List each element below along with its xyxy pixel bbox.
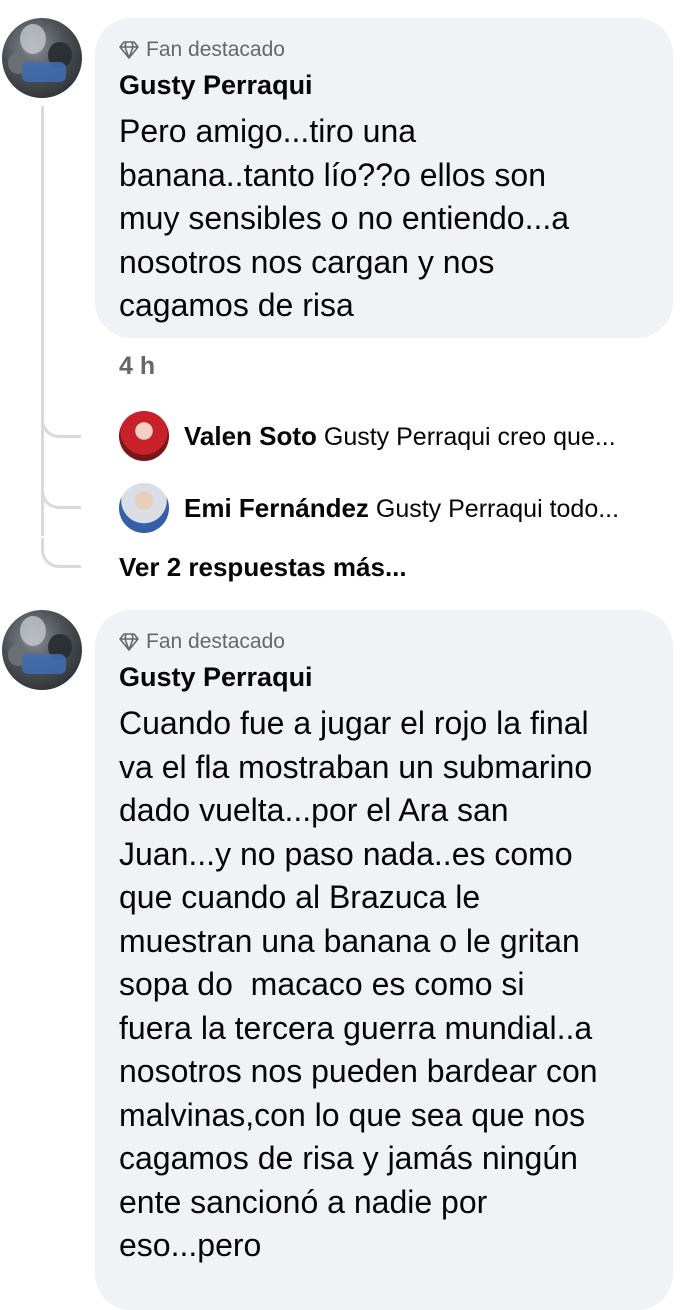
reply-avatar[interactable]	[119, 483, 169, 533]
view-more-replies-link[interactable]: Ver 2 respuestas más...	[119, 552, 407, 583]
comment-bubble[interactable]: Fan destacado Gusty Perraqui Cuando fue …	[95, 610, 673, 1310]
comment-bubble[interactable]: Fan destacado Gusty Perraqui Pero amigo.…	[95, 18, 673, 338]
reply-avatar[interactable]	[119, 411, 169, 461]
reply-preview[interactable]: Gusty Perraqui todo...	[376, 495, 619, 523]
comment-text: Cuando fue a jugar el rojo la final va e…	[119, 705, 598, 1263]
reply-author[interactable]: Valen Soto	[184, 421, 317, 451]
reply-author[interactable]: Emi Fernández	[184, 493, 369, 523]
top-fan-badge: Fan destacado	[119, 36, 649, 64]
reply-preview[interactable]: Gusty Perraqui creo que...	[324, 423, 616, 451]
top-fan-badge: Fan destacado	[119, 628, 649, 656]
comment-author[interactable]: Gusty Perraqui	[119, 660, 649, 694]
reply-row[interactable]: Valen Soto Gusty Perraqui creo que...	[119, 411, 679, 461]
badge-label: Fan destacado	[146, 38, 285, 61]
thread-line	[41, 106, 44, 536]
comment-author[interactable]: Gusty Perraqui	[119, 68, 649, 102]
commenter-avatar[interactable]	[2, 18, 82, 98]
reply-row[interactable]: Emi Fernández Gusty Perraqui todo...	[119, 483, 679, 533]
comment-text: Pero amigo...tiro una banana..tanto lío?…	[119, 113, 570, 323]
badge-label: Fan destacado	[146, 630, 285, 653]
thread-branch	[41, 410, 81, 438]
thread-branch	[41, 481, 81, 509]
comment-timestamp[interactable]: 4 h	[119, 352, 155, 381]
commenter-avatar[interactable]	[2, 610, 82, 690]
thread-branch	[41, 538, 81, 568]
diamond-icon	[119, 633, 139, 651]
diamond-icon	[119, 41, 139, 59]
